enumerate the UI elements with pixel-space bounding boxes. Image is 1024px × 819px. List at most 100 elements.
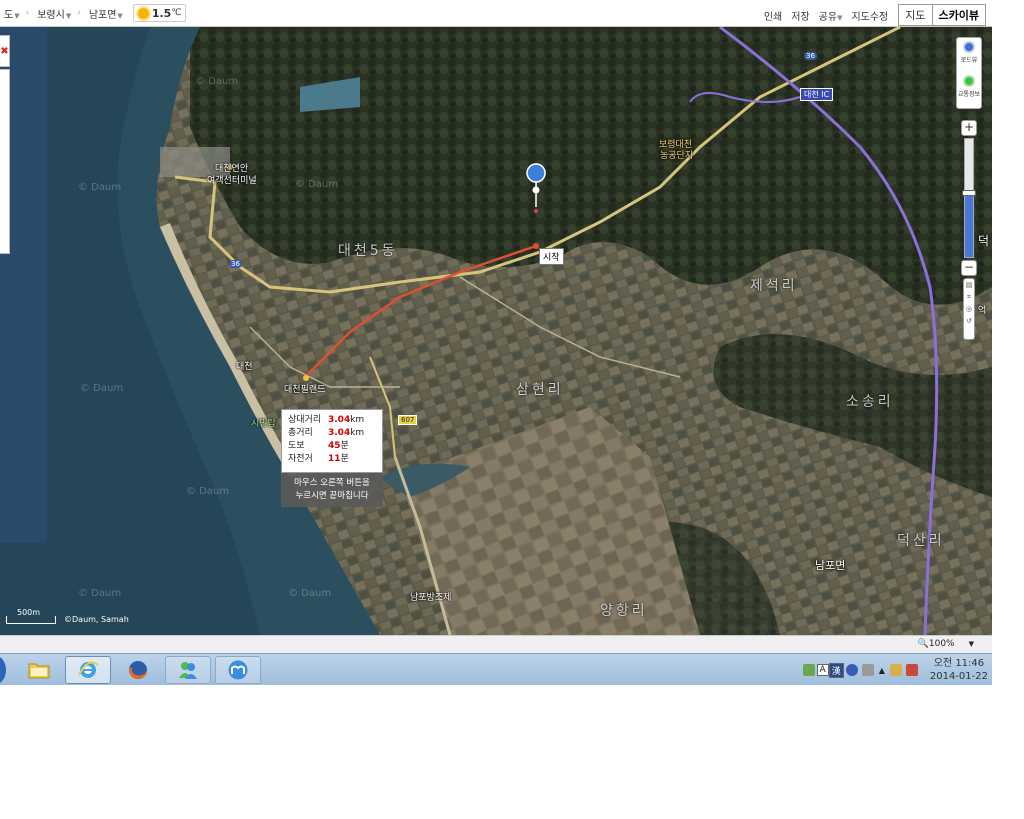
label-simin-tower: 시민탑: [251, 419, 276, 429]
taskbar-internet-explorer[interactable]: [65, 656, 111, 684]
info-row-bike: 자전거 11분: [288, 453, 376, 466]
route-36-shield: 36: [804, 52, 817, 60]
traffic-button[interactable]: 교통정보: [957, 72, 981, 106]
breadcrumb-province-label: 도: [4, 9, 14, 21]
ime-mode-english[interactable]: A: [816, 664, 829, 676]
temperature-value: 1.5: [151, 6, 172, 20]
label-daecheon-ic-name: 대천: [804, 90, 819, 99]
browser-zoom-value: 100%: [928, 639, 955, 649]
info-label: 자전거: [288, 454, 313, 464]
start-button[interactable]: [0, 656, 6, 684]
edit-map-link[interactable]: 지도수정: [851, 8, 888, 23]
chevron-down-icon: ▼: [14, 11, 20, 20]
label-daecheon5dong: 대천5동: [338, 243, 398, 259]
taskbar-maxthon[interactable]: [215, 656, 261, 684]
taskbar-firefox[interactable]: [115, 656, 161, 684]
info-number: 45: [328, 441, 341, 451]
measure-icon[interactable]: ▤: [964, 279, 974, 291]
label-daecheon-ic: 대천 IC: [800, 88, 834, 101]
daum-watermark: © Daum: [78, 182, 122, 193]
share-link[interactable]: 공유▼: [819, 8, 843, 23]
label-mudland[interactable]: 대천필랜드: [284, 382, 325, 395]
info-value: 45분: [328, 440, 349, 453]
zoom-slider[interactable]: [962, 138, 976, 258]
radius-icon[interactable]: ◎: [964, 303, 974, 315]
messenger-icon: [179, 662, 197, 679]
info-row-relative: 상대거리 3.04km: [288, 414, 376, 427]
zoom-in-button[interactable]: +: [961, 120, 977, 136]
daum-watermark: © Daum: [78, 588, 122, 599]
roadview-button[interactable]: 로드뷰: [957, 38, 981, 72]
measure-hint-box: 마우스 오른쪽 버튼을 누르시면 끝마칩니다: [281, 473, 383, 507]
traffic-icon: [963, 75, 975, 87]
folder-icon: [28, 663, 50, 679]
info-unit: 분: [340, 454, 349, 464]
area-icon[interactable]: ⌗: [964, 291, 974, 303]
info-row-total: 총거리 3.04km: [288, 427, 376, 440]
label-yanghangri: 양항리: [600, 603, 648, 619]
daum-watermark: © Daum: [295, 179, 339, 190]
tray-arrow-icon[interactable]: [802, 664, 815, 676]
chevron-down-icon: ▼: [65, 11, 72, 20]
taskbar-folder[interactable]: [16, 656, 62, 684]
breadcrumb-city-label: 보령시: [37, 9, 65, 21]
ime-mode-hanja[interactable]: 漢: [828, 662, 844, 678]
daum-watermark: © Daum: [195, 76, 239, 87]
route-607-shield: 607: [398, 415, 418, 425]
tab-skyview[interactable]: 스카이뷰: [932, 5, 985, 25]
label-edge-right: 덕: [978, 234, 990, 248]
chevron-down-icon: ▼: [837, 13, 843, 22]
print-link[interactable]: 인쇄: [764, 8, 782, 23]
top-right-tools: 인쇄 저장 공유▼ 지도수정 지도 스카이뷰: [755, 4, 986, 26]
ie-icon: [78, 661, 99, 678]
label-route-start[interactable]: 시작: [539, 248, 564, 265]
label-deoksanri: 덕산리: [897, 533, 945, 549]
help-icon[interactable]: [845, 664, 858, 676]
label-samhyeonri: 삼현리: [516, 382, 564, 398]
info-value: 3.04km: [328, 414, 364, 427]
left-tool-strip[interactable]: [0, 69, 10, 254]
hint-line-2: 누르시면 끝마칩니다: [295, 491, 369, 501]
zoom-slider-handle[interactable]: [962, 190, 976, 196]
settings-icon[interactable]: [861, 664, 874, 676]
taskbar-messenger[interactable]: [165, 656, 211, 684]
share-link-label: 공유: [818, 11, 838, 23]
info-value: 11분: [328, 453, 349, 466]
daum-watermark: © Daum: [186, 486, 230, 497]
breadcrumb-town[interactable]: 남포면▼: [89, 6, 123, 21]
label-sosongri: 소송리: [846, 394, 894, 410]
info-number: 3.04: [328, 415, 351, 425]
map-top-bar: 도▼ › 보령시▼ › 남포면▼ 1.5 ℃ 인쇄 저장 공유▼ 지도수정 지도 …: [0, 0, 992, 27]
tab-map[interactable]: 지도: [899, 5, 933, 25]
label-nampo-dam: 남포방조제: [410, 593, 452, 603]
show-hidden-icons[interactable]: ▲: [879, 666, 885, 675]
zoom-out-button[interactable]: −: [961, 260, 977, 276]
breadcrumb-city[interactable]: 보령시▼: [37, 6, 71, 21]
label-terminal-line2[interactable]: 여객선터미널: [207, 173, 257, 186]
satellite-map[interactable]: ✖ © Daum © Daum © Daum © Daum © Daum © D…: [0, 27, 992, 635]
save-link[interactable]: 저장: [791, 8, 809, 23]
flag-icon[interactable]: ✖: [0, 35, 10, 67]
clock[interactable]: 오전 11:46 2014-01-22: [930, 657, 988, 683]
label-edge-right-2: 억: [978, 306, 987, 316]
traffic-label: 교통정보: [957, 91, 981, 98]
chevron-down-icon: ▼: [117, 11, 123, 20]
temperature-unit: ℃: [171, 8, 182, 18]
flag-icon[interactable]: [889, 664, 902, 676]
weather-widget[interactable]: 1.5 ℃: [132, 4, 187, 22]
info-unit: 분: [340, 441, 349, 451]
info-number: 11: [328, 454, 341, 464]
clock-date: 2014-01-22: [929, 671, 988, 682]
reset-icon[interactable]: ↺: [964, 315, 974, 327]
info-label: 상대거리: [288, 415, 322, 425]
screen: 도▼ › 보령시▼ › 남포면▼ 1.5 ℃ 인쇄 저장 공유▼ 지도수정 지도 …: [0, 0, 1024, 819]
label-jeseokri: 제석리: [750, 278, 798, 294]
clock-time: 오전 11:46: [933, 658, 985, 669]
browser-zoom-level[interactable]: 🔍100% ▼: [918, 639, 974, 649]
volume-mute-icon[interactable]: [905, 664, 918, 676]
breadcrumb-separator-icon: ›: [77, 8, 81, 18]
label-industrial-2: 농공단지: [660, 151, 694, 161]
breadcrumb-province[interactable]: 도▼: [4, 6, 20, 21]
info-unit: km: [350, 428, 365, 438]
info-row-walk: 도보 45분: [288, 440, 376, 453]
